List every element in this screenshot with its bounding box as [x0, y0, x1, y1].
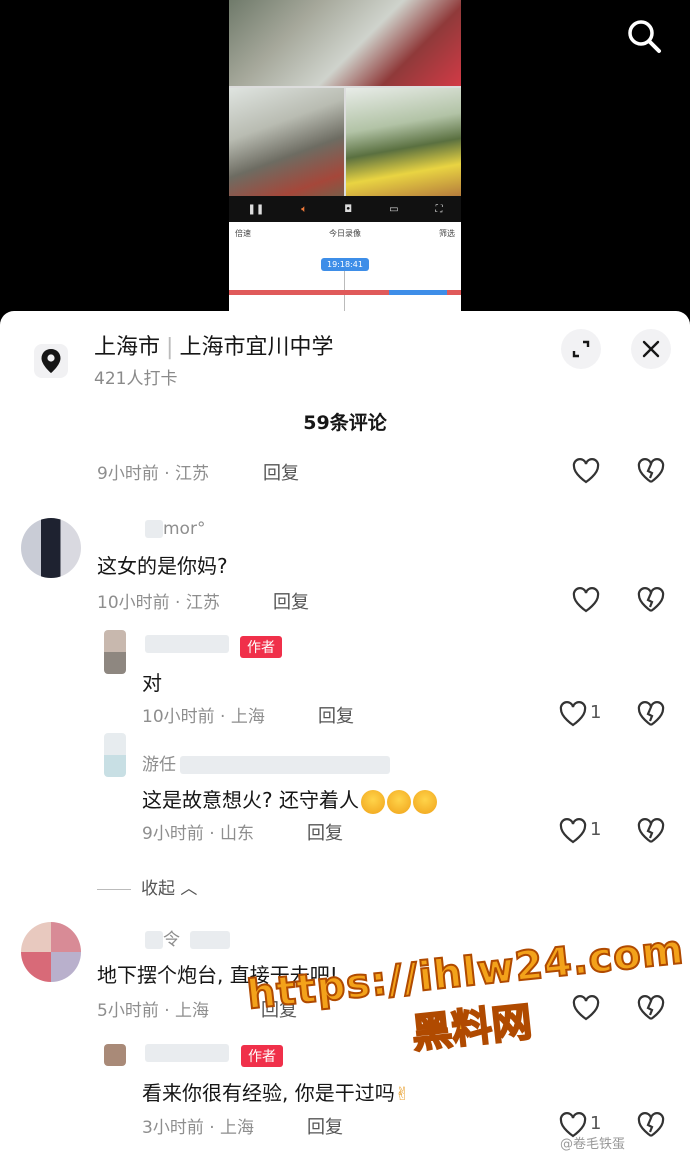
video-control-bar: ❚❚ 🔈︎ ◘ ▭ ⛶: [229, 196, 461, 222]
comment-text: 这女的是你妈?: [97, 554, 228, 578]
location-city: 上海市: [94, 335, 161, 360]
comment-text: 这是故意想火? 还守着人: [142, 784, 437, 814]
reply-button[interactable]: 回复: [318, 702, 354, 728]
record-icon[interactable]: ▭: [389, 204, 398, 215]
avatar[interactable]: [21, 922, 81, 982]
chevron-up-icon: ︿: [180, 879, 198, 899]
comment-nickname[interactable]: mor°: [145, 519, 205, 539]
reply-button[interactable]: 回复: [273, 588, 309, 614]
comment-nickname[interactable]: 令: [145, 925, 230, 950]
laughing-emoji-icon: [412, 789, 437, 814]
filter-label[interactable]: 筛选: [439, 228, 455, 239]
collapse-replies-button[interactable]: 收起 ︿: [97, 874, 197, 899]
like-count: 1: [590, 819, 602, 840]
camera-icon[interactable]: ◘: [344, 204, 352, 215]
avatar[interactable]: [21, 518, 81, 578]
close-icon: [642, 340, 660, 358]
comment-nickname[interactable]: 游任: [142, 750, 390, 775]
video-preview[interactable]: ❚❚ 🔈︎ ◘ ▭ ⛶ 倍速 今日录像 筛选 19:18:41: [229, 0, 461, 312]
comment-nickname[interactable]: [145, 634, 229, 654]
laughing-emoji-icon: [386, 789, 411, 814]
expand-icon: [572, 340, 590, 358]
heart-icon[interactable]: [571, 585, 601, 615]
close-button[interactable]: [631, 329, 671, 369]
location-pin-icon: [34, 344, 68, 378]
search-button[interactable]: [624, 16, 664, 56]
camera-view-top: [229, 0, 461, 86]
checkin-count: 421人打卡: [94, 369, 178, 389]
comment-text: 对: [142, 671, 162, 695]
reply-button[interactable]: 回复: [263, 459, 299, 485]
avatar[interactable]: [104, 733, 126, 777]
comment-nickname[interactable]: [145, 1043, 229, 1063]
crossed-fingers-emoji-icon: ✌: [394, 1084, 410, 1105]
weibo-watermark: @卷毛铁蛋: [560, 1137, 626, 1152]
location-title[interactable]: 上海市 | 上海市宜川中学: [94, 329, 333, 361]
comment-meta: 9小时前 · 江苏: [97, 464, 210, 484]
broken-heart-icon[interactable]: [636, 585, 666, 615]
recording-timeline: 倍速 今日录像 筛选 19:18:41: [229, 222, 461, 312]
like-count: 1: [590, 702, 602, 723]
comment-meta: 9小时前 · 山东: [142, 824, 255, 844]
expand-button[interactable]: [561, 329, 601, 369]
pause-icon[interactable]: ❚❚: [247, 204, 264, 215]
speaker-icon[interactable]: 🔈︎: [301, 204, 307, 215]
heart-icon[interactable]: [571, 456, 601, 486]
broken-heart-icon[interactable]: [636, 1110, 666, 1140]
speed-label[interactable]: 倍速: [235, 228, 251, 239]
heart-icon[interactable]: [558, 699, 588, 729]
broken-heart-icon[interactable]: [636, 699, 666, 729]
avatar[interactable]: [104, 1044, 126, 1066]
fullscreen-icon[interactable]: ⛶: [436, 204, 443, 215]
comment-meta: 3小时前 · 上海: [142, 1118, 255, 1138]
camera-view-right: [346, 88, 461, 196]
search-icon: [628, 20, 661, 53]
author-badge: 作者: [240, 636, 282, 658]
comment-meta: 10小时前 · 上海: [142, 707, 265, 727]
avatar[interactable]: [104, 630, 126, 674]
broken-heart-icon[interactable]: [636, 456, 666, 486]
heart-icon[interactable]: [558, 816, 588, 846]
comment-meta: 10小时前 · 江苏: [97, 593, 220, 613]
broken-heart-icon[interactable]: [636, 816, 666, 846]
reply-button[interactable]: 回复: [307, 819, 343, 845]
camera-view-left: [229, 88, 344, 196]
location-place: 上海市宜川中学: [179, 335, 334, 360]
comment-meta: 5小时前 · 上海: [97, 1001, 210, 1021]
timeline-timestamp: 19:18:41: [321, 258, 369, 271]
like-count: 1: [590, 1113, 602, 1134]
comment-count: 59条评论: [303, 412, 387, 434]
today-recording-label[interactable]: 今日录像: [329, 228, 361, 239]
laughing-emoji-icon: [360, 789, 385, 814]
reply-button[interactable]: 回复: [307, 1113, 343, 1139]
